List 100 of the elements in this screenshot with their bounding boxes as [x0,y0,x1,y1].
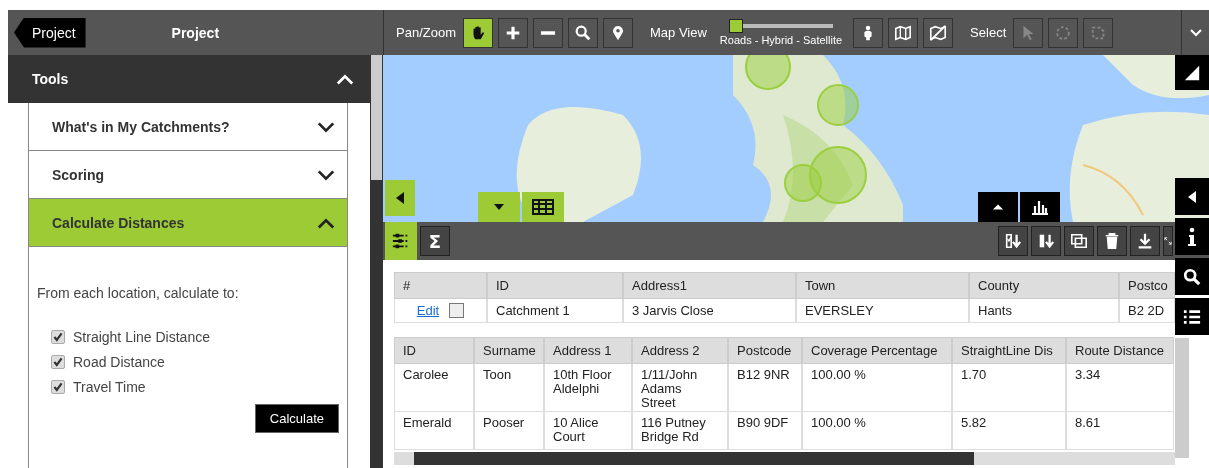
tool-button[interactable] [463,17,493,48]
download-button[interactable] [1130,226,1160,256]
table-cell: EVERSLEY [796,299,969,323]
column-header: County [969,272,1119,299]
column-header: Address 1 [544,337,632,364]
expand-left-button[interactable] [1175,178,1209,215]
download-icon [1136,232,1154,250]
sort-checked-button[interactable] [998,226,1028,256]
slider-thumb[interactable] [728,19,743,33]
vertical-scrollbar[interactable] [1175,338,1189,458]
select-label: Select [970,25,1007,40]
column-header: StraightLine Dis [952,337,1066,364]
table-cell: 100.00 % [802,364,952,412]
chevron-icon [317,168,335,181]
column-header: # [394,272,487,299]
column-header: Address 2 [632,337,728,364]
left-triangle-icon [395,191,405,205]
collapse-sidebar-button[interactable] [385,180,415,216]
column-header: Town [796,272,969,299]
table-cell: 10 Alice Court [544,412,632,450]
tool-button[interactable] [853,17,884,48]
panel-title: Project [171,24,220,41]
table-cell: 10th Floor Aldelphi [544,364,632,412]
checkbox[interactable] [51,380,65,394]
column-header: Surname [474,337,544,364]
filter-button[interactable] [385,222,417,260]
table-cell: Toon [474,364,544,412]
tool-button[interactable] [568,17,598,48]
edit-link[interactable]: Edit [416,303,440,318]
table-cell: Catchment 1 [487,299,623,323]
column-header: Postcode [728,337,802,364]
crossed-map-icon [929,23,948,42]
trash-icon [1103,232,1121,250]
checkbox[interactable] [51,330,65,344]
sum-button[interactable]: Σ [420,226,450,256]
table-cell: 5.82 [952,412,1066,450]
list-icon [1183,307,1201,326]
back-button[interactable]: Project [14,17,86,48]
scrollbar[interactable] [370,55,383,468]
tools-header[interactable]: Tools [8,55,370,103]
column-header: Postco [1119,272,1175,299]
table-cell: Pooser [474,412,544,450]
expand-button[interactable] [1163,226,1173,256]
checkbox[interactable] [51,355,65,369]
left-triangle-icon [1187,189,1197,204]
search-icon [1183,267,1201,286]
table-cell: B90 9DF [728,412,802,450]
chevron-icon [336,73,354,85]
expand-up-button[interactable] [978,192,1018,222]
search-icon [574,23,592,42]
folded-map-icon [894,23,913,42]
dropdown-button[interactable] [478,192,520,222]
tool-button[interactable] [533,17,563,48]
tool-button[interactable] [498,17,528,48]
table-cell: 1/11/John Adams Street [632,364,728,412]
table-cell: B12 9NR [728,364,802,412]
corner-triangle-icon [1183,63,1201,82]
table-button[interactable] [522,192,564,222]
horizontal-scrollbar[interactable] [394,452,1175,465]
table-cell: 3.34 [1066,364,1174,412]
column-header: Address1 [623,272,796,299]
column-header: Route Distance [1066,337,1174,364]
checkbox-label: Travel Time [73,379,146,395]
tools-label: Tools [32,71,69,87]
column-header: ID [394,337,474,364]
calculate-button[interactable]: Calculate [254,404,339,433]
copy-icon [1070,232,1088,250]
column-header: Coverage Percentage [802,337,952,364]
sort-button[interactable] [1031,226,1061,256]
checkbox-label: Straight Line Distance [73,329,210,345]
search-button[interactable] [1175,258,1209,295]
chevron-icon [1189,28,1202,37]
table-icon [532,199,554,215]
bar-chart-icon [1029,199,1051,215]
info-icon [1187,226,1197,247]
table-cell: 116 Putney Bridge Rd [632,412,728,450]
copy-button[interactable] [1064,226,1094,256]
corner-button[interactable] [1175,55,1209,90]
tool-button[interactable] [888,17,919,48]
checkbox-label: Road Distance [73,354,165,370]
tool-button[interactable] [923,17,954,48]
delete-button[interactable] [1097,226,1127,256]
dashed-circle-icon [1054,23,1073,42]
list-button[interactable] [1175,298,1209,335]
column-header: ID [487,272,623,299]
chevron-icon [317,120,335,133]
slider-caption: Roads - Hybrid - Satellite [719,34,843,46]
table-cell: 1.70 [952,364,1066,412]
sort-down-icon [1037,232,1055,250]
chevron-icon [317,216,335,229]
row-checkbox[interactable] [449,303,465,318]
table-cell: 8.61 [1066,412,1174,450]
accordion-header[interactable]: Calculate Distances [29,199,347,247]
table-cell: 3 Jarvis Close [623,299,796,323]
info-button[interactable] [1175,218,1209,255]
sliders-icon [392,232,410,250]
sort-down-icon [1004,232,1022,250]
chart-button[interactable] [1020,192,1060,222]
table-cell: Carolee [394,364,474,412]
tool-button[interactable] [603,17,633,48]
